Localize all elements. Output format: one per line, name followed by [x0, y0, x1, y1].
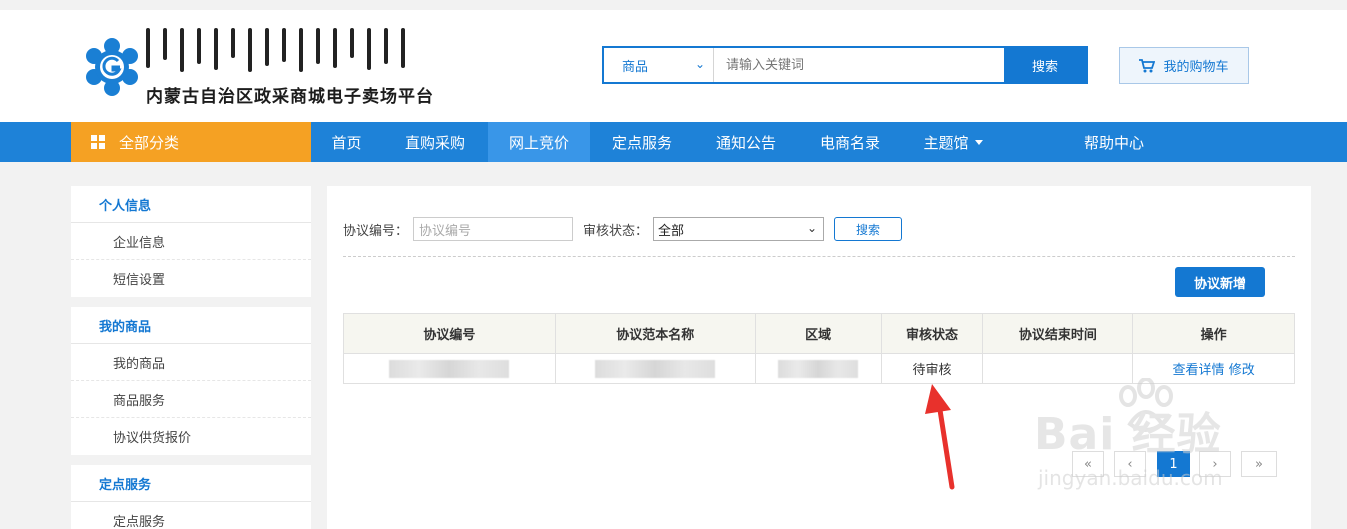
nav-item-online-bidding[interactable]: 网上竞价: [488, 122, 590, 162]
watermark-text: Bai 经验: [1034, 409, 1222, 460]
nav-item-help-center[interactable]: 帮助中心: [1064, 122, 1164, 162]
nav-theme-label: 主题馆: [923, 133, 969, 152]
watermark-url: jingyan.baidu.com: [1038, 466, 1223, 490]
status-select-value: 全部: [658, 223, 685, 239]
search-box: 商品 ⌄ 搜索: [602, 46, 1088, 84]
cart-button[interactable]: 我的购物车: [1119, 47, 1249, 84]
search-category-value: 商品: [622, 59, 649, 75]
col-header-actions: 操作: [1132, 313, 1295, 354]
filter-search-button[interactable]: 搜索: [834, 217, 902, 241]
agreement-no-input[interactable]: 协议编号: [413, 217, 573, 241]
sidebar-item-product-service[interactable]: 商品服务: [71, 381, 311, 418]
cell-agreement-no-redacted: [343, 353, 556, 384]
chevron-down-icon: ⌄: [694, 57, 705, 71]
cell-status: 待审核: [880, 353, 984, 384]
divider: [343, 256, 1295, 257]
caret-down-icon: [974, 139, 983, 145]
site-logo-text[interactable]: 内蒙古自治区政采商城电子卖场平台: [146, 82, 434, 107]
sidebar-item-agreement-quote[interactable]: 协议供货报价: [71, 418, 311, 455]
sidebar-item-designated-service[interactable]: 定点服务: [71, 502, 311, 529]
col-header-region: 区域: [754, 313, 882, 354]
sidebar-group-title: 个人信息: [71, 186, 311, 223]
nav-item-theme-hall[interactable]: 主题馆: [903, 122, 1003, 162]
baidu-watermark: Bai 经验 jingyan.baidu.com: [1030, 378, 1300, 498]
status-select[interactable]: 全部 ⌄: [653, 217, 824, 241]
top-strip: [0, 0, 1347, 10]
cell-region-redacted: [754, 353, 882, 384]
nav-item-home[interactable]: 首页: [311, 122, 382, 162]
nav-item-designated-service[interactable]: 定点服务: [592, 122, 692, 162]
sidebar-group-designated: 定点服务 定点服务: [71, 465, 311, 529]
red-arrow-annotation: [925, 384, 955, 490]
sidebar-item-sms-settings[interactable]: 短信设置: [71, 260, 311, 297]
col-header-end-time: 协议结束时间: [982, 313, 1134, 354]
sidebar-item-company-info[interactable]: 企业信息: [71, 223, 311, 260]
search-input[interactable]: [714, 48, 1004, 82]
mongolian-script-logo: [146, 28, 432, 78]
agreement-table: 协议编号 协议范本名称 区域 审核状态 协议结束时间 操作 待审核 查看详情 修…: [343, 313, 1295, 384]
col-header-status: 审核状态: [880, 313, 984, 354]
sidebar-group-products: 我的商品 我的商品 商品服务 协议供货报价: [71, 307, 311, 455]
cell-template-name-redacted: [554, 353, 756, 384]
cart-label: 我的购物车: [1163, 60, 1229, 75]
add-agreement-button[interactable]: 协议新增: [1175, 267, 1265, 297]
sidebar-group-personal: 个人信息 企业信息 短信设置: [71, 186, 311, 297]
grid-icon: [91, 135, 105, 149]
nav-item-ecommerce-directory[interactable]: 电商名录: [800, 122, 900, 162]
view-details-link[interactable]: 查看详情: [1173, 363, 1225, 378]
status-label: 审核状态：: [583, 224, 649, 239]
nav-item-notices[interactable]: 通知公告: [696, 122, 796, 162]
shopping-cart-icon: [1139, 58, 1156, 72]
col-header-template-name: 协议范本名称: [554, 313, 756, 354]
agreement-no-label: 协议编号：: [343, 224, 409, 239]
nav-item-direct-purchase[interactable]: 直购采购: [385, 122, 485, 162]
sidebar-group-title: 定点服务: [71, 465, 311, 502]
chevron-down-icon: ⌄: [806, 221, 817, 235]
col-header-agreement-no: 协议编号: [343, 313, 556, 354]
search-button[interactable]: 搜索: [1004, 48, 1086, 82]
all-categories-button[interactable]: 全部分类: [71, 122, 311, 162]
search-category-select[interactable]: 商品 ⌄: [604, 48, 714, 82]
logo-icon[interactable]: [84, 37, 140, 97]
all-categories-label: 全部分类: [119, 133, 180, 152]
sidebar-item-my-products[interactable]: 我的商品: [71, 344, 311, 381]
sidebar-group-title: 我的商品: [71, 307, 311, 344]
edit-link[interactable]: 修改: [1229, 363, 1255, 378]
